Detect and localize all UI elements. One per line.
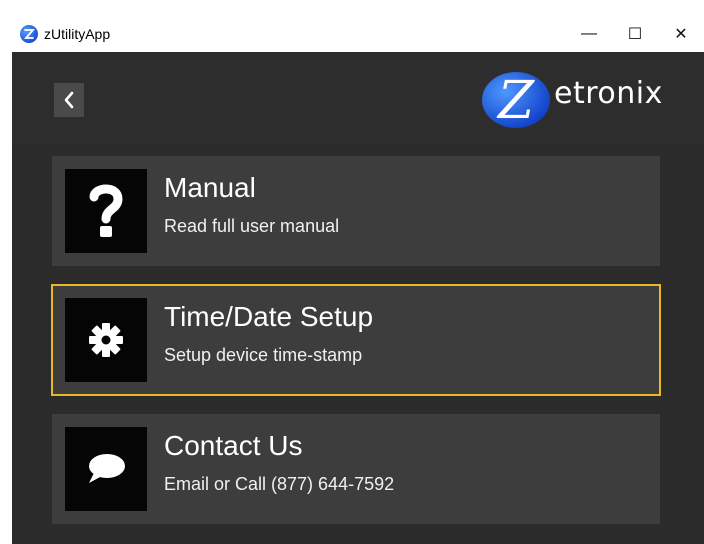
- app-window: zUtilityApp — ☐ ✕ Z etronix Manual Read …: [12, 16, 704, 544]
- minimize-icon: —: [581, 25, 597, 42]
- gear-icon: [65, 298, 147, 382]
- zetronix-logo: Z etronix: [480, 62, 680, 136]
- menu-item-title: Manual: [164, 172, 256, 203]
- close-button[interactable]: ✕: [658, 16, 704, 52]
- title-bar: zUtilityApp — ☐ ✕: [12, 16, 704, 52]
- menu-item-contact-us[interactable]: Contact Us Email or Call (877) 644-7592: [52, 414, 660, 524]
- back-button[interactable]: [54, 83, 84, 117]
- desktop-left-strip: [0, 0, 12, 544]
- window-title: zUtilityApp: [44, 26, 111, 42]
- maximize-icon: ☐: [627, 26, 643, 43]
- maximize-button[interactable]: ☐: [612, 16, 658, 52]
- menu-item-time-date-setup[interactable]: Time/Date Setup Setup device time-stamp: [51, 284, 661, 396]
- chat-bubble-icon: [65, 427, 147, 511]
- menu-list: Manual Read full user manual Time/Date S…: [12, 144, 704, 544]
- close-icon: ✕: [674, 26, 688, 43]
- menu-item-subtitle: Read full user manual: [164, 216, 340, 236]
- menu-item-manual[interactable]: Manual Read full user manual: [52, 156, 660, 266]
- minimize-button[interactable]: —: [566, 16, 612, 52]
- window-controls: — ☐ ✕: [566, 16, 704, 52]
- menu-item-subtitle: Email or Call (877) 644-7592: [164, 474, 395, 494]
- app-logo-icon: [20, 25, 38, 43]
- question-mark-icon: [65, 169, 147, 253]
- menu-item-title: Contact Us: [164, 430, 303, 461]
- logo-z-mark: Z: [482, 71, 550, 131]
- logo-text: etronix: [554, 76, 663, 111]
- menu-item-title: Time/Date Setup: [164, 301, 374, 332]
- menu-item-subtitle: Setup device time-stamp: [164, 345, 363, 365]
- app-header: Z etronix: [12, 52, 704, 144]
- logo-letter: Z: [496, 71, 535, 131]
- chevron-left-icon: [64, 91, 74, 109]
